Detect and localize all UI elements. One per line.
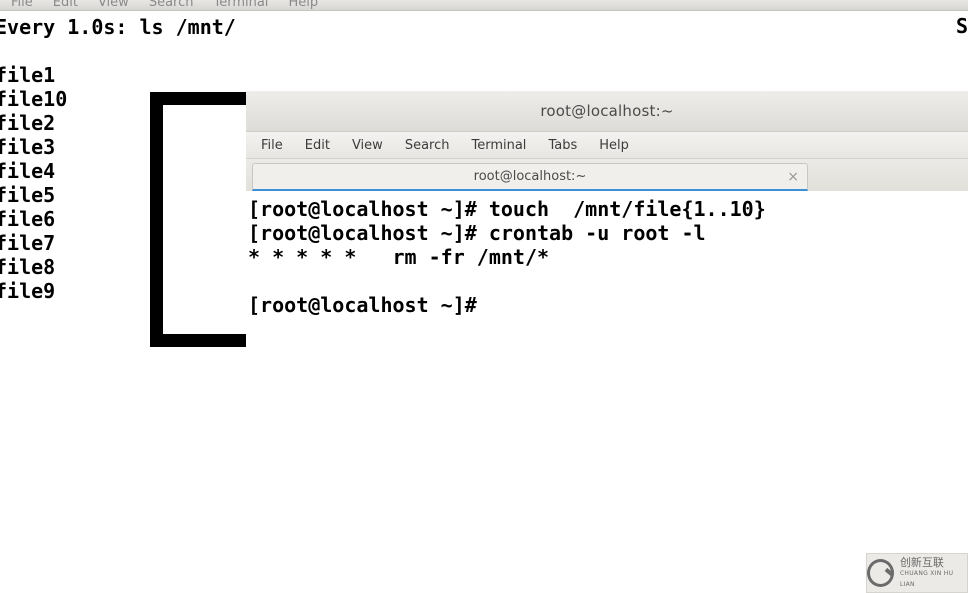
terminal-line: [root@localhost ~]# touch /mnt/file{1..1… [248, 197, 766, 221]
window-titlebar[interactable]: root@localhost:~ [246, 91, 968, 132]
menu-tabs[interactable]: Tabs [537, 134, 588, 157]
file-entry: file7 [0, 231, 55, 255]
file-entry: file1 [0, 63, 55, 87]
bg-menu-search[interactable]: Search [139, 0, 204, 10]
bg-menu-file[interactable]: File [1, 0, 43, 10]
fg-menubar: File Edit View Search Terminal Tabs Help [246, 132, 968, 159]
close-icon[interactable]: × [787, 170, 799, 184]
watermark-line2: CHUANG XIN HU LIAN [900, 568, 967, 590]
file-entry: file2 [0, 111, 55, 135]
watch-header: Every 1.0s: ls /mnt/ [0, 15, 236, 39]
menu-edit[interactable]: Edit [294, 134, 341, 157]
window-title: root@localhost:~ [540, 102, 673, 120]
tab-active[interactable]: root@localhost:~ × [252, 163, 808, 191]
terminal-line: * * * * * rm -fr /mnt/* [248, 245, 549, 269]
tab-bar: root@localhost:~ × [246, 159, 968, 191]
terminal-line: [root@localhost ~]# [248, 293, 489, 317]
file-entry: file10 [0, 87, 67, 111]
tab-label: root@localhost:~ [474, 169, 587, 184]
file-entry: file3 [0, 135, 55, 159]
menu-help[interactable]: Help [588, 134, 640, 157]
bg-menu-view[interactable]: View [88, 0, 139, 10]
terminal-line: [root@localhost ~]# crontab -u root -l [248, 221, 706, 245]
bg-menu-help[interactable]: Help [278, 0, 328, 10]
file-entry: file6 [0, 207, 55, 231]
watermark-text: 创新互联 CHUANG XIN HU LIAN [900, 557, 967, 590]
watermark-logo-icon [867, 559, 894, 587]
menu-terminal[interactable]: Terminal [460, 134, 537, 157]
file-entry: file4 [0, 159, 55, 183]
menu-file[interactable]: File [250, 134, 294, 157]
watermark: 创新互联 CHUANG XIN HU LIAN [866, 553, 968, 593]
watch-header-right: S [956, 14, 968, 38]
bg-menu-edit[interactable]: Edit [43, 0, 88, 10]
bg-menubar: File Edit View Search Terminal Help [0, 0, 968, 11]
watermark-line1: 创新互联 [900, 557, 967, 568]
file-entry: file9 [0, 279, 55, 303]
file-entry: file8 [0, 255, 55, 279]
file-entry: file5 [0, 183, 55, 207]
bg-menu-terminal[interactable]: Terminal [203, 0, 278, 10]
menu-view[interactable]: View [341, 134, 394, 157]
menu-search[interactable]: Search [394, 134, 461, 157]
fg-terminal-body[interactable]: [root@localhost ~]# touch /mnt/file{1..1… [246, 191, 968, 593]
foreground-terminal-window: root@localhost:~ File Edit View Search T… [246, 91, 968, 593]
